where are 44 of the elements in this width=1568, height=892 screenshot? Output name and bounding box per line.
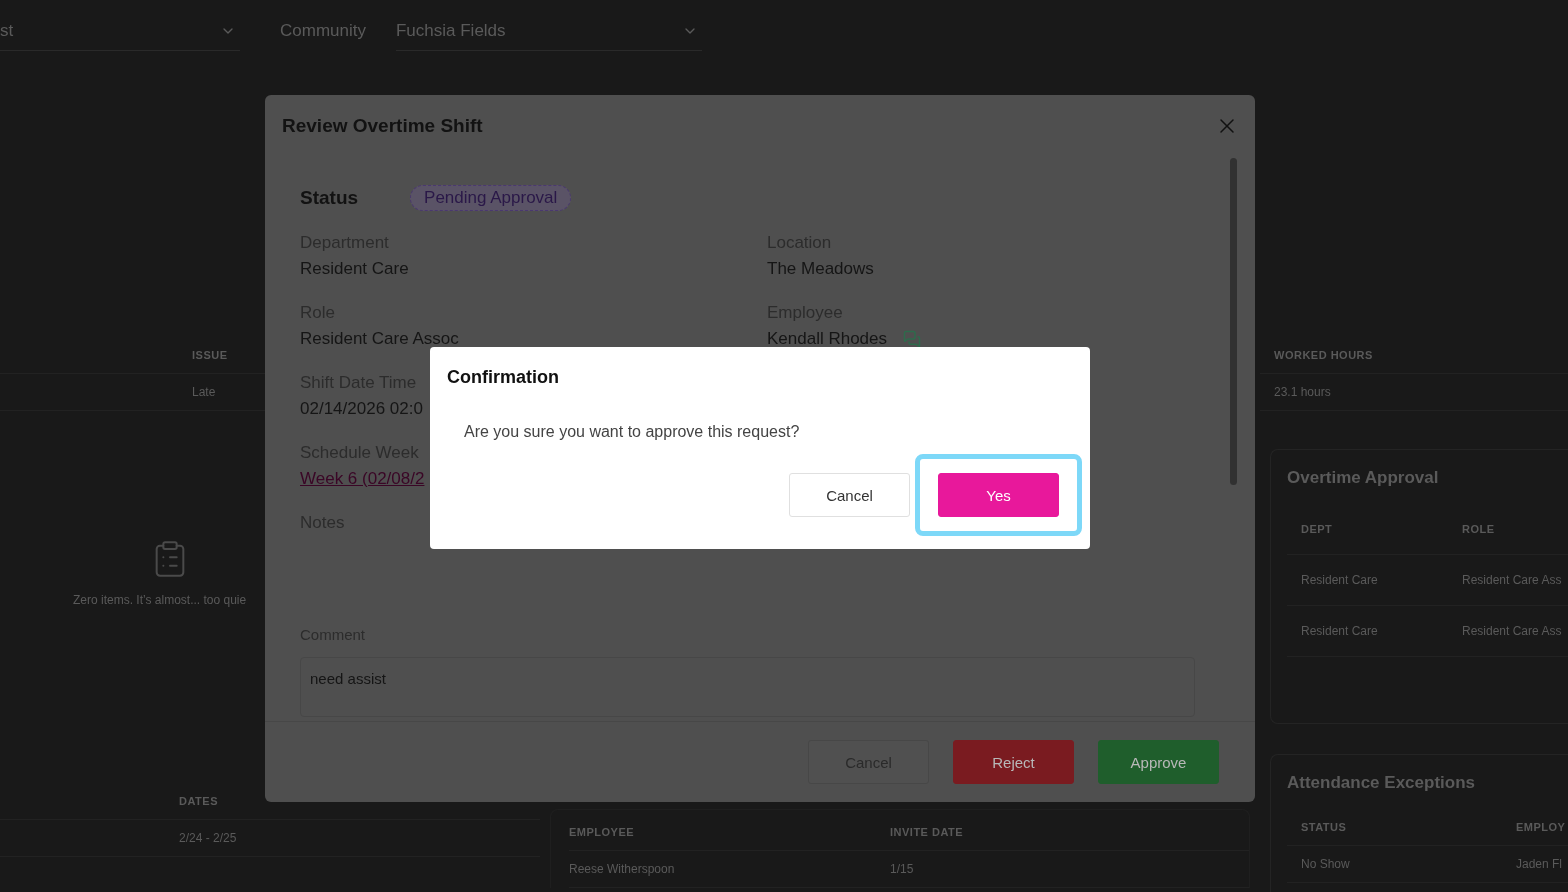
approve-button[interactable]: Approve [1098, 740, 1219, 784]
empty-message: Zero items. It’s almost... too quie [72, 593, 247, 607]
column-header: ROLE [1462, 523, 1495, 535]
column-header: EMPLOYEE [569, 826, 635, 838]
table-cell: 2/24 - 2/25 [179, 831, 237, 845]
dialog-title: Confirmation [447, 367, 560, 388]
status-label: Status [300, 187, 359, 209]
field-value: Resident Care [300, 258, 409, 280]
table-cell: No Show [1301, 857, 1350, 871]
filter-label: Community [280, 21, 366, 41]
table-cell: Resident Care [1301, 573, 1378, 587]
column-header: INVITE DATE [890, 826, 964, 838]
field-value: The Meadows [767, 258, 874, 280]
table-cell: Resident Care Ass [1462, 624, 1562, 638]
table-cell: 1/15 [890, 862, 914, 876]
table-cell: Jaden Fl [1516, 857, 1563, 871]
column-header: DATES [179, 795, 218, 807]
status-badge: Pending Approval [410, 185, 572, 211]
table-cell: Resident Care Ass [1462, 573, 1562, 587]
yes-button[interactable]: Yes [938, 473, 1059, 517]
table-cell: Late [192, 385, 216, 399]
community-dropdown[interactable]: Fuchsia Fields [395, 11, 702, 51]
schedule-link[interactable]: Week 6 (02/08/2 [300, 466, 425, 492]
scrollbar-thumb[interactable] [1230, 158, 1237, 485]
column-header: EMPLOY [1516, 821, 1566, 833]
comment-field[interactable]: need assist [300, 657, 1195, 717]
dialog-message: Are you sure you want to approve this request? [464, 423, 801, 441]
reject-button[interactable]: Reject [953, 740, 1074, 784]
column-header: ISSUE [192, 349, 228, 361]
table-cell: Reese Witherspoon [569, 862, 675, 876]
field-value: Kendall Rhodes [767, 328, 888, 350]
table-cell: 23.1 hours [1274, 385, 1331, 399]
cancel-button[interactable]: Cancel [789, 473, 910, 517]
column-header: WORKED HOURS [1274, 349, 1373, 361]
table-cell: Resident Care [1301, 624, 1378, 638]
field-value: 02/14/2026 02:0 [300, 398, 423, 420]
field-value: Resident Care Assoc [300, 328, 459, 350]
chat-icon[interactable] [903, 330, 922, 348]
card-title: Overtime Approval [1287, 468, 1439, 488]
column-header: DEPT [1301, 523, 1333, 535]
dropdown[interactable]: st [0, 11, 240, 51]
card-title: Attendance Exceptions [1287, 773, 1475, 793]
dialog-title: Review Overtime Shift [282, 115, 483, 137]
column-header: STATUS [1301, 821, 1347, 833]
